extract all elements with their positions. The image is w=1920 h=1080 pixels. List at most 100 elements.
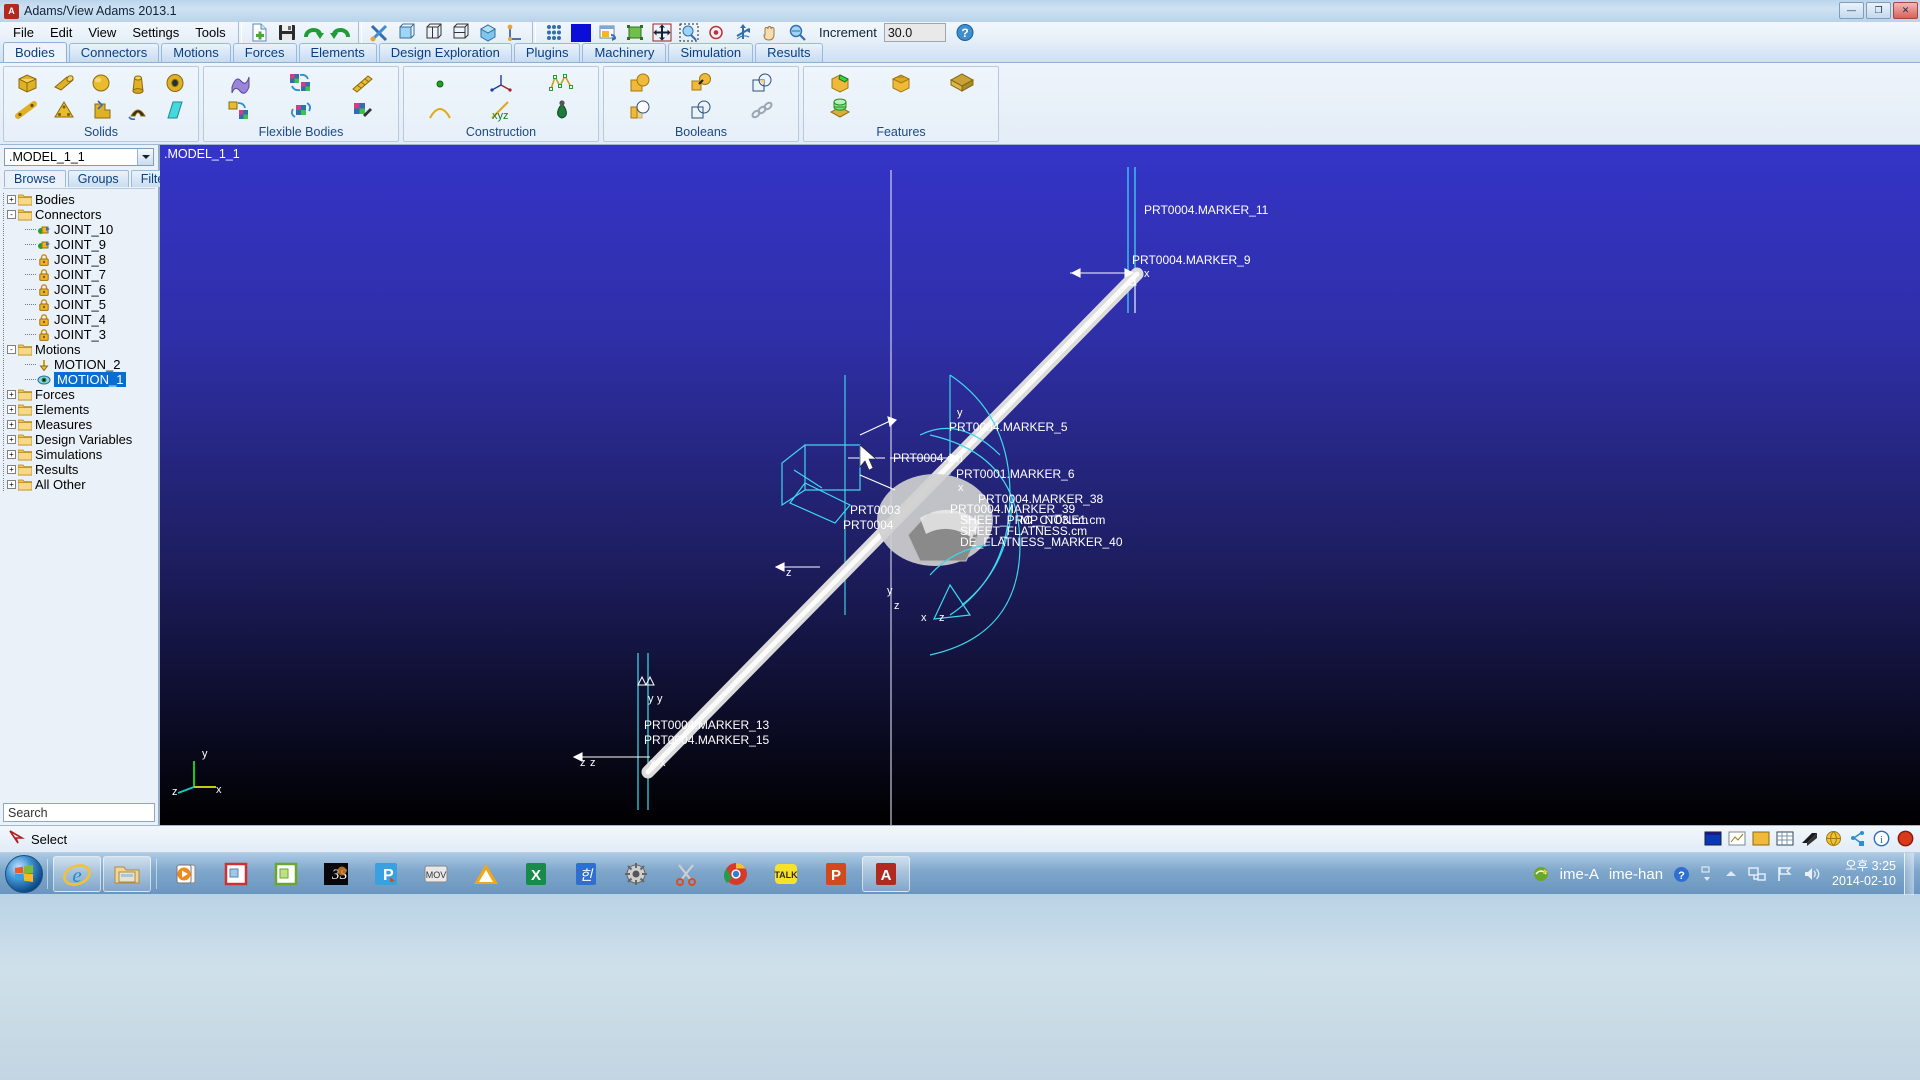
box-solid-icon[interactable] [10,70,45,96]
ime-han-icon[interactable]: ime-han [1609,866,1663,883]
expand-icon[interactable]: + [7,480,16,489]
menu-tools[interactable]: Tools [187,23,233,42]
cylinder-solid-icon[interactable] [47,70,82,96]
info-icon[interactable]: i [1871,828,1892,849]
tree-item-simulations[interactable]: + Simulations [3,447,155,462]
expand-icon[interactable]: + [7,195,16,204]
globe-icon[interactable] [1823,828,1844,849]
spline-icon[interactable] [538,97,587,123]
wire-view-icon[interactable] [448,21,473,45]
tree-item-joint-4[interactable]: JOINT_4 [3,312,155,327]
tree-item-joint-9[interactable]: JOINT_9 [3,237,155,252]
boss-feature-icon[interactable] [876,97,925,123]
model-tree[interactable]: + Bodies - Connectors JOINT_10 JOINT_9 JOINT_8… [3,188,155,803]
csys-icon[interactable]: xyz [476,97,525,123]
link-solid-icon[interactable] [10,97,45,123]
windows-start-icon[interactable] [5,854,43,893]
minimize-button[interactable]: — [1839,2,1864,19]
zoom-icon[interactable] [784,21,809,45]
plane-solid-icon[interactable] [157,97,192,123]
network-icon[interactable] [1748,866,1766,882]
tab-connectors[interactable]: Connectors [68,43,160,62]
expand-icon[interactable]: + [7,435,16,444]
unite-icon[interactable] [615,70,664,96]
tree-item-results[interactable]: + Results [3,462,155,477]
sidebar-tab-browse[interactable]: Browse [4,170,66,187]
taskbar-clock[interactable]: 오후 3:25 2014-02-10 [1832,859,1896,889]
up-arrow-icon[interactable] [1724,867,1738,881]
tree-item-joint-8[interactable]: JOINT_8 [3,252,155,267]
tab-forces[interactable]: Forces [232,43,297,62]
tree-item-joint-10[interactable]: JOINT_10 [3,222,155,237]
sidebar-tab-groups[interactable]: Groups [67,170,129,187]
expand-icon[interactable]: + [7,390,16,399]
front-view-icon[interactable] [394,21,419,45]
tree-item-forces[interactable]: + Forces [3,387,155,402]
tab-plugins[interactable]: Plugins [513,43,581,62]
axis-icon[interactable] [502,21,527,45]
tree-item-connectors[interactable]: - Connectors [3,207,155,222]
view-panel-icon[interactable] [1703,828,1724,849]
gear-app-icon[interactable] [612,856,660,892]
link-tree-icon[interactable] [1847,828,1868,849]
undo-icon[interactable] [328,21,353,45]
hancom-icon[interactable]: 힌 [562,856,610,892]
tab-elements[interactable]: Elements [298,43,377,62]
autodesk-icon[interactable] [462,856,510,892]
torus-solid-icon[interactable] [157,70,192,96]
tree-item-measures[interactable]: + Measures [3,417,155,432]
model-selector-dropdown[interactable]: .MODEL_1_1 [4,148,154,166]
plate-solid-icon[interactable] [47,97,82,123]
model-viewport[interactable]: .MODEL_1_1 PRT0004.MARKER_11 PRT0004.MAR… [160,145,1920,825]
chrome-icon[interactable] [712,856,760,892]
hollow-icon[interactable] [938,70,987,96]
grid-icon[interactable] [541,21,566,45]
flag-icon[interactable] [1776,866,1793,882]
tab-bodies[interactable]: Bodies [3,42,67,62]
group-icon[interactable] [622,21,647,45]
table-icon[interactable] [1775,828,1796,849]
expand-icon[interactable]: + [7,405,16,414]
help-icon[interactable]: ? [953,21,978,45]
tab-machinery[interactable]: Machinery [582,43,667,62]
flex-edit-icon[interactable] [338,97,387,123]
internet-explorer-icon[interactable]: e [53,855,101,892]
powerpoint-icon[interactable]: P [812,856,860,892]
tree-item-all-other[interactable]: + All Other [3,477,155,492]
volume-icon[interactable] [1803,866,1821,882]
movie-icon[interactable]: MOV [412,856,460,892]
help-icon[interactable]: ? [1673,866,1690,883]
tools-icon[interactable] [367,21,392,45]
adams-icon[interactable]: A [862,855,910,892]
sphere-solid-icon[interactable] [84,70,119,96]
polyline-icon[interactable] [538,70,587,96]
tree-item-joint-6[interactable]: JOINT_6 [3,282,155,297]
file-explorer-icon[interactable] [103,855,151,892]
kakaotalk-icon[interactable]: TALK [762,856,810,892]
pan-icon[interactable] [757,21,782,45]
menu-file[interactable]: File [5,23,42,42]
beam-icon[interactable] [338,70,387,96]
search-input[interactable]: Search [3,803,155,822]
render-mode-icon[interactable] [595,21,620,45]
arc-icon[interactable] [415,97,464,123]
flex-body-icon[interactable] [215,70,264,96]
shade-icon[interactable] [1751,828,1772,849]
ime-A-icon[interactable]: ime-A [1560,866,1599,883]
chain-icon[interactable] [738,97,787,123]
media-player-icon[interactable] [162,856,210,892]
menu-settings[interactable]: Settings [124,23,187,42]
fillet-icon[interactable] [815,70,864,96]
extrude-feature-icon[interactable] [815,97,864,123]
increment-input[interactable] [883,23,946,42]
collapse-icon[interactable]: - [7,210,16,219]
marker-icon[interactable] [476,70,525,96]
subtract-icon[interactable] [615,97,664,123]
tree-item-joint-3[interactable]: JOINT_3 [3,327,155,342]
flex-swap-icon[interactable] [276,97,325,123]
tree-item-elements[interactable]: + Elements [3,402,155,417]
expand-icon[interactable]: + [7,420,16,429]
collapse-icon[interactable]: - [7,345,16,354]
tree-item-motions[interactable]: - Motions [3,342,155,357]
split-icon[interactable] [676,97,725,123]
